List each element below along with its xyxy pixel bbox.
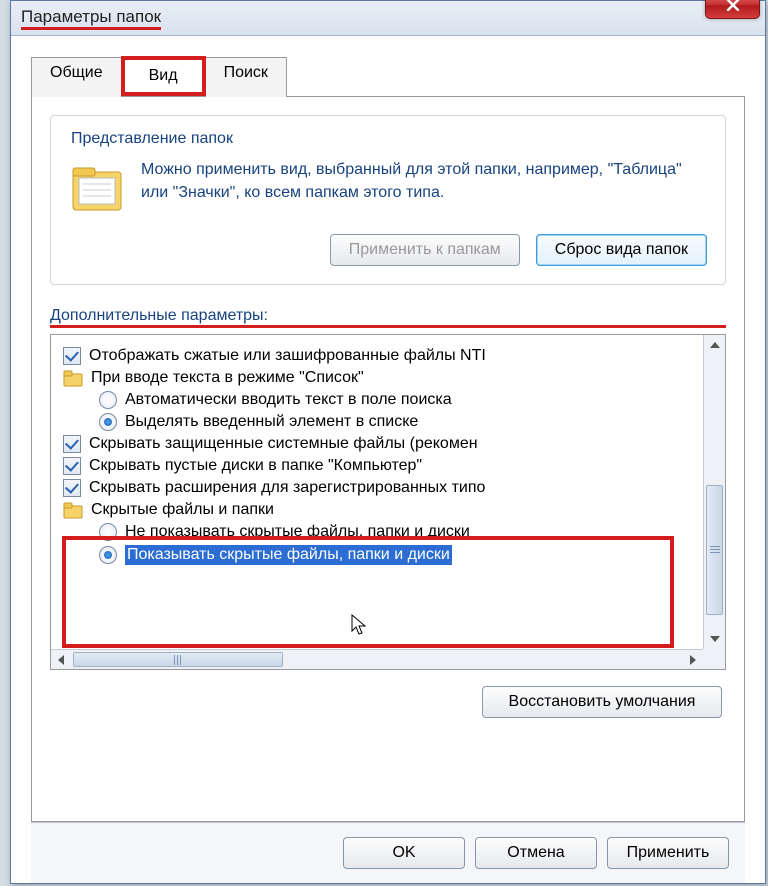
tree-item-hide-hidden[interactable]: Не показывать скрытые файлы, папки и дис… [63,521,725,543]
restore-defaults-button[interactable]: Восстановить умолчания [482,686,722,718]
vertical-scrollbar[interactable] [703,335,725,649]
advanced-settings-label: Дополнительные параметры: [50,307,268,324]
scroll-up-button[interactable] [704,335,725,355]
ok-button[interactable]: OK [343,837,465,869]
tree-item[interactable]: Скрывать защищенные системные файлы (рек… [63,433,725,455]
titlebar: Параметры папок [11,1,765,36]
scroll-right-button[interactable] [683,650,703,669]
folder-options-dialog: Параметры папок Общие Вид Поиск Представ… [10,0,766,884]
tree-item[interactable]: Скрывать пустые диски в папке "Компьютер… [63,455,725,477]
scroll-left-button[interactable] [51,650,71,669]
radio-icon[interactable] [99,391,117,409]
radio-icon[interactable] [99,546,117,564]
tree-item-show-hidden[interactable]: Показывать скрытые файлы, папки и диски [63,543,725,567]
checkbox-icon[interactable] [63,479,81,497]
horizontal-scrollbar[interactable] [51,649,703,669]
tab-general[interactable]: Общие [31,57,122,97]
tree-item[interactable]: Выделять введенный элемент в списке [63,411,725,433]
tree-item[interactable]: Отображать сжатые или зашифрованные файл… [63,345,725,367]
folder-views-description: Можно применить вид, выбранный для этой … [141,158,707,216]
tab-view[interactable]: Вид [121,56,206,96]
checkbox-icon[interactable] [63,457,81,475]
dialog-footer: OK Отмена Применить [31,822,745,883]
checkbox-icon[interactable] [63,347,81,365]
tab-search[interactable]: Поиск [205,57,287,97]
apply-button[interactable]: Применить [607,837,729,869]
tree-item[interactable]: Скрытые файлы и папки [63,499,725,521]
dialog-content: Общие Вид Поиск Представление папок Можн… [11,36,765,883]
advanced-label-wrap: Дополнительные параметры: [50,307,726,328]
cancel-button[interactable]: Отмена [475,837,597,869]
scroll-corner [703,649,725,669]
folder-icon [63,501,83,519]
folder-views-legend: Представление папок [67,130,237,148]
scroll-down-button[interactable] [704,629,725,649]
tree-item[interactable]: Скрывать расширения для зарегистрированн… [63,477,725,499]
folder-icon [63,369,83,387]
window-title: Параметры папок [21,7,161,30]
radio-icon[interactable] [99,413,117,431]
close-button[interactable] [705,0,760,19]
tab-panel-view: Представление папок Можно применить вид,… [31,97,745,822]
advanced-settings-tree[interactable]: Отображать сжатые или зашифрованные файл… [50,334,726,670]
apply-to-folders-button[interactable]: Применить к папкам [330,234,520,266]
scroll-thumb[interactable] [73,652,283,667]
close-icon [726,0,740,11]
folder-views-group: Представление папок Можно применить вид,… [50,115,726,285]
reset-folders-button[interactable]: Сброс вида папок [536,234,707,266]
checkbox-icon[interactable] [63,435,81,453]
tab-strip: Общие Вид Поиск [31,56,745,97]
tree-item[interactable]: При вводе текста в режиме "Список" [63,367,725,389]
folder-large-icon [69,158,127,216]
scroll-thumb[interactable] [706,485,723,615]
tree-item[interactable]: Автоматически вводить текст в поле поиск… [63,389,725,411]
cursor-icon [351,614,369,638]
radio-icon[interactable] [99,523,117,541]
